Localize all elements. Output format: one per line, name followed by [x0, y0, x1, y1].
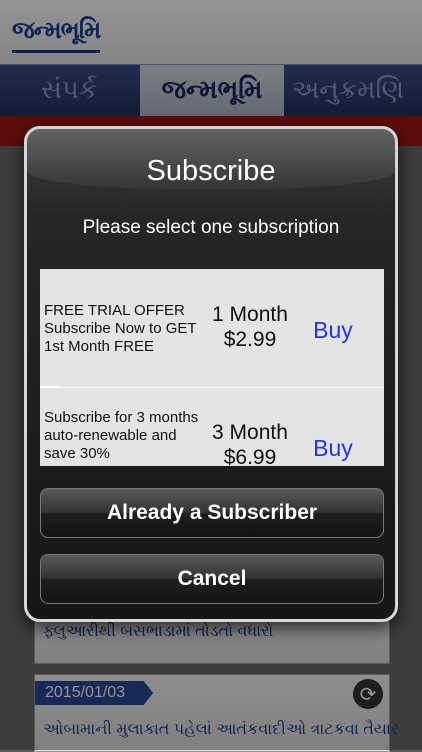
- already-subscriber-button[interactable]: Already a Subscriber: [40, 488, 384, 538]
- option-description: FREE TRIAL OFFER Subscribe Now to GET 1s…: [44, 302, 197, 355]
- option-period: 1 Month: [212, 303, 288, 326]
- subscription-option: Subscribe for 3 months auto-renewable an…: [40, 387, 384, 466]
- option-description: Subscribe for 3 months auto-renewable an…: [44, 409, 199, 462]
- subscription-option: FREE TRIAL OFFER Subscribe Now to GET 1s…: [40, 269, 384, 388]
- dialog-subtitle: Please select one subscription: [82, 217, 340, 238]
- subscription-list[interactable]: FREE TRIAL OFFER Subscribe Now to GET 1s…: [40, 269, 384, 466]
- buy-button[interactable]: Buy: [308, 435, 358, 462]
- cancel-button[interactable]: Cancel: [40, 554, 384, 604]
- option-price: $6.99: [223, 446, 277, 466]
- buy-button[interactable]: Buy: [308, 317, 358, 344]
- subscribe-dialog: Subscribe Please select one subscription…: [24, 126, 398, 622]
- option-period: 3 Month: [212, 421, 288, 444]
- dialog-title: Subscribe: [146, 155, 276, 187]
- option-price: $2.99: [223, 328, 277, 351]
